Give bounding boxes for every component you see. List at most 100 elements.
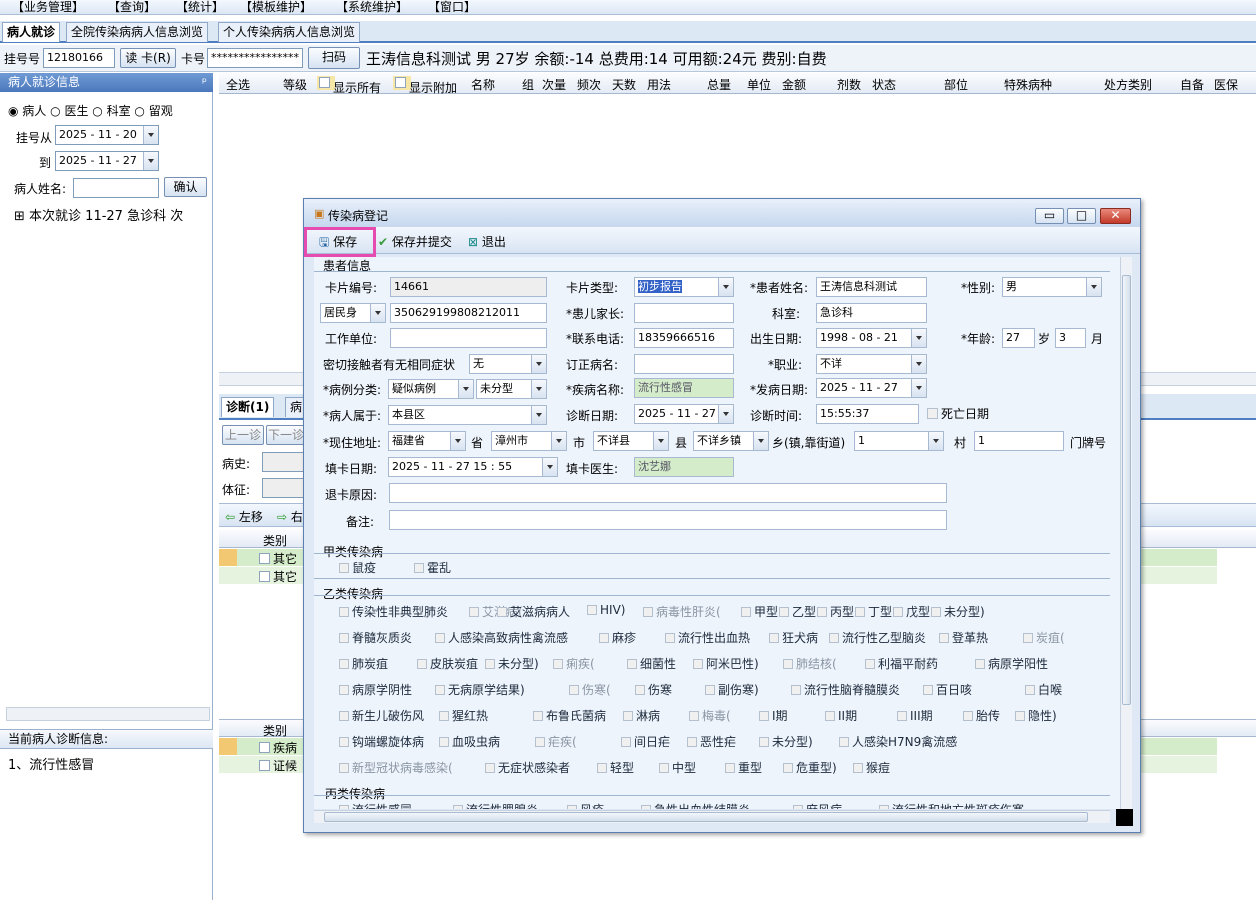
age-years-field[interactable]: 27	[1002, 328, 1035, 348]
disease-checkbox[interactable]: 细菌性	[627, 655, 676, 672]
phone-field[interactable]: 18359666516	[634, 328, 734, 348]
pin-icon[interactable]: ᵖ	[202, 73, 207, 92]
id-no-field[interactable]: 350629199808212011	[390, 303, 547, 323]
death-date-checkbox[interactable]: 死亡日期	[927, 405, 989, 422]
card-type-dropdown-icon[interactable]	[718, 278, 733, 296]
radio-dept[interactable]: ○ 科室	[92, 104, 130, 118]
sex-dropdown-icon[interactable]	[1086, 278, 1101, 296]
disease-checkbox[interactable]: 利福平耐药	[865, 655, 938, 672]
disease-checkbox[interactable]: 艾滋病病人	[497, 603, 570, 620]
disease-checkbox[interactable]: 传染性非典型肺炎	[339, 603, 448, 620]
show-all-checkbox[interactable]: 显示所有	[317, 76, 381, 95]
town-dropdown-icon[interactable]	[753, 432, 768, 450]
case-subtype-select[interactable]: 未分型	[476, 379, 547, 399]
disease-checkbox[interactable]: 病毒性肝炎(	[643, 603, 721, 620]
disease-checkbox[interactable]: 麻风病	[793, 801, 842, 809]
fill-date-dropdown-icon[interactable]	[542, 458, 557, 476]
history-input[interactable]	[262, 452, 304, 472]
occupation-select[interactable]: 不详	[816, 354, 927, 374]
card-type-select[interactable]: 初步报告	[634, 277, 734, 297]
radio-observation[interactable]: ○ 留观	[134, 104, 172, 118]
patient-name-field[interactable]: 王涛信息科测试	[816, 277, 927, 297]
disease-checkbox[interactable]: 疟疾(	[535, 733, 577, 750]
county-dropdown-icon[interactable]	[653, 432, 668, 450]
id-type-dropdown-icon[interactable]	[370, 304, 385, 322]
col-select-all[interactable]: 全选	[226, 76, 250, 93]
town-select[interactable]: 不详乡镇	[693, 431, 769, 451]
card-no-field[interactable]: 14661	[390, 277, 547, 297]
city-select[interactable]: 漳州市	[491, 431, 567, 451]
menu-business[interactable]: 【业务管理】	[12, 0, 84, 15]
disease-checkbox[interactable]: 轻型	[597, 759, 634, 776]
disease-checkbox[interactable]: II期	[825, 707, 857, 724]
city-dropdown-icon[interactable]	[551, 432, 566, 450]
sign-input[interactable]	[262, 478, 304, 498]
from-date-dropdown-icon[interactable]	[143, 126, 158, 144]
case-class-dropdown-icon[interactable]	[458, 380, 473, 398]
onset-date-field[interactable]: 2025 - 11 - 27	[816, 378, 927, 398]
disease-checkbox[interactable]: 胎传	[963, 707, 1000, 724]
move-left-button[interactable]: ⇦ 左移	[225, 508, 263, 525]
disease-checkbox[interactable]: 新型冠状病毒感染(	[339, 759, 453, 776]
radio-doctor[interactable]: ○ 医生	[50, 104, 88, 118]
disease-checkbox-cholera[interactable]: 霍乱	[414, 559, 451, 576]
hscroll-thumb[interactable]	[324, 812, 1088, 822]
disease-checkbox[interactable]: 急性出血性结膜炎	[641, 801, 750, 809]
maximize-button[interactable]: □	[1067, 208, 1096, 224]
disease-checkbox[interactable]: 钩端螺旋体病	[339, 733, 424, 750]
sex-select[interactable]: 男	[1002, 277, 1102, 297]
reg-no-input[interactable]: 12180166	[43, 48, 115, 68]
radio-patient[interactable]: ◉ 病人	[8, 104, 46, 118]
disease-name-field[interactable]: 流行性感冒	[634, 378, 734, 398]
disease-checkbox[interactable]: 恶性疟	[687, 733, 736, 750]
disease-checkbox[interactable]: 百日咳	[923, 681, 972, 698]
work-unit-field[interactable]	[390, 328, 547, 348]
disease-checkbox[interactable]: 危重型)	[783, 759, 837, 776]
patient-belongs-select[interactable]: 本县区	[388, 405, 547, 425]
diagnosis-date-dropdown-icon[interactable]	[718, 405, 733, 423]
disease-checkbox[interactable]: 猴痘	[853, 759, 890, 776]
disease-checkbox[interactable]: 间日疟	[621, 733, 670, 750]
save-submit-button[interactable]: ✔ 保存并提交	[378, 233, 452, 250]
occupation-dropdown-icon[interactable]	[911, 355, 926, 373]
parent-field[interactable]	[634, 303, 734, 323]
disease-checkbox[interactable]: 人感染高致病性禽流感	[435, 629, 568, 646]
disease-checkbox[interactable]: 病原学阳性	[975, 655, 1048, 672]
disease-checkbox[interactable]: 伤寒	[635, 681, 672, 698]
case-class-select[interactable]: 疑似病例	[388, 379, 474, 399]
to-date-dropdown-icon[interactable]	[143, 152, 158, 170]
disease-checkbox[interactable]: III期	[897, 707, 933, 724]
disease-checkbox[interactable]: 戊型	[893, 603, 930, 620]
door-no-field[interactable]: 1	[974, 431, 1064, 451]
disease-checkbox[interactable]: 血吸虫病	[439, 733, 500, 750]
belongs-dropdown-icon[interactable]	[531, 406, 546, 424]
prev-diagnosis-button[interactable]: 上一诊	[222, 425, 264, 445]
show-extra-checkbox[interactable]: 显示附加	[393, 76, 457, 95]
disease-checkbox[interactable]: 隐性)	[1015, 707, 1057, 724]
disease-checkbox[interactable]: 新生儿破伤风	[339, 707, 424, 724]
to-date-input[interactable]: 2025 - 11 - 27	[55, 151, 159, 171]
disease-checkbox[interactable]: 人感染H7N9禽流感	[839, 733, 957, 750]
dept-field[interactable]: 急诊科	[816, 303, 927, 323]
tab-personal-infectious[interactable]: 个人传染病病人信息浏览	[218, 22, 361, 42]
disease-checkbox[interactable]: HIV)	[587, 603, 625, 617]
save-button[interactable]: 🖫 保存	[319, 233, 357, 254]
dialog-hscrollbar[interactable]	[314, 810, 1110, 823]
tab-patient-visit[interactable]: 病人就诊	[2, 22, 61, 42]
disease-checkbox[interactable]: 炭疽(	[1023, 629, 1065, 646]
province-select[interactable]: 福建省	[388, 431, 466, 451]
disease-checkbox[interactable]: 流行性腮腺炎	[453, 801, 538, 809]
disease-checkbox[interactable]: 梅毒(	[689, 707, 731, 724]
disease-checkbox[interactable]: 白喉	[1025, 681, 1062, 698]
remark-field[interactable]	[389, 510, 947, 530]
disease-checkbox[interactable]: 伤寒(	[569, 681, 611, 698]
disease-checkbox[interactable]: 淋病	[623, 707, 660, 724]
age-months-field[interactable]: 3	[1055, 328, 1086, 348]
disease-checkbox[interactable]: 无症状感染者	[485, 759, 570, 776]
exit-button[interactable]: ⊠ 退出	[468, 233, 506, 250]
birth-date-field[interactable]: 1998 - 08 - 21	[816, 328, 927, 348]
menu-stats[interactable]: 【统计】	[176, 0, 224, 15]
disease-checkbox[interactable]: 肺结核(	[783, 655, 837, 672]
id-type-select[interactable]: 居民身	[320, 303, 386, 323]
dialog-title-bar[interactable]: ▣ 传染病登记 ▭ □ ✕	[304, 199, 1140, 227]
